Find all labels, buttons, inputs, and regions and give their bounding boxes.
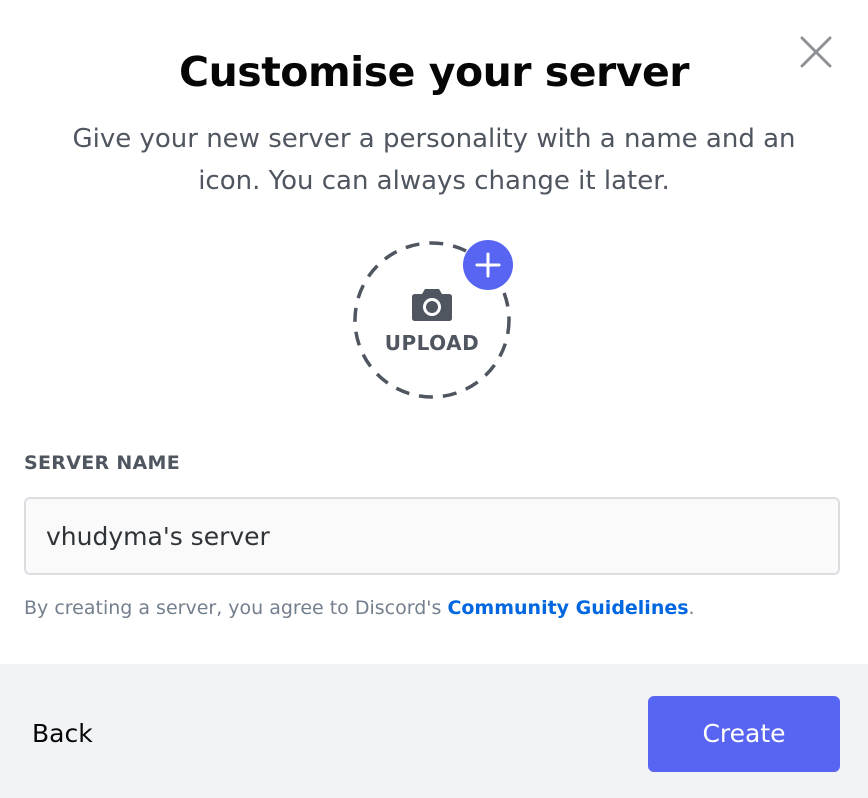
create-server-modal: Customise your server Give your new serv… (0, 0, 868, 798)
terms-text: By creating a server, you agree to Disco… (24, 594, 695, 622)
server-name-label: SERVER NAME (24, 452, 181, 474)
add-icon-badge[interactable] (463, 240, 513, 290)
camera-icon (412, 289, 452, 321)
create-button[interactable]: Create (648, 696, 840, 772)
server-name-input[interactable] (24, 497, 840, 575)
terms-suffix: . (688, 597, 695, 619)
dialog-subtitle: Give your new server a personality with … (72, 124, 796, 196)
dialog-title: Customise your server (179, 48, 689, 96)
upload-label: UPLOAD (384, 331, 480, 355)
back-button[interactable]: Back (24, 704, 124, 764)
terms-prefix: By creating a server, you agree to Disco… (24, 597, 448, 619)
plus-icon (475, 252, 501, 278)
community-guidelines-link[interactable]: Community Guidelines (447, 597, 688, 619)
modal-footer: Back Create (0, 664, 868, 798)
upload-icon-button[interactable]: UPLOAD (352, 240, 513, 400)
